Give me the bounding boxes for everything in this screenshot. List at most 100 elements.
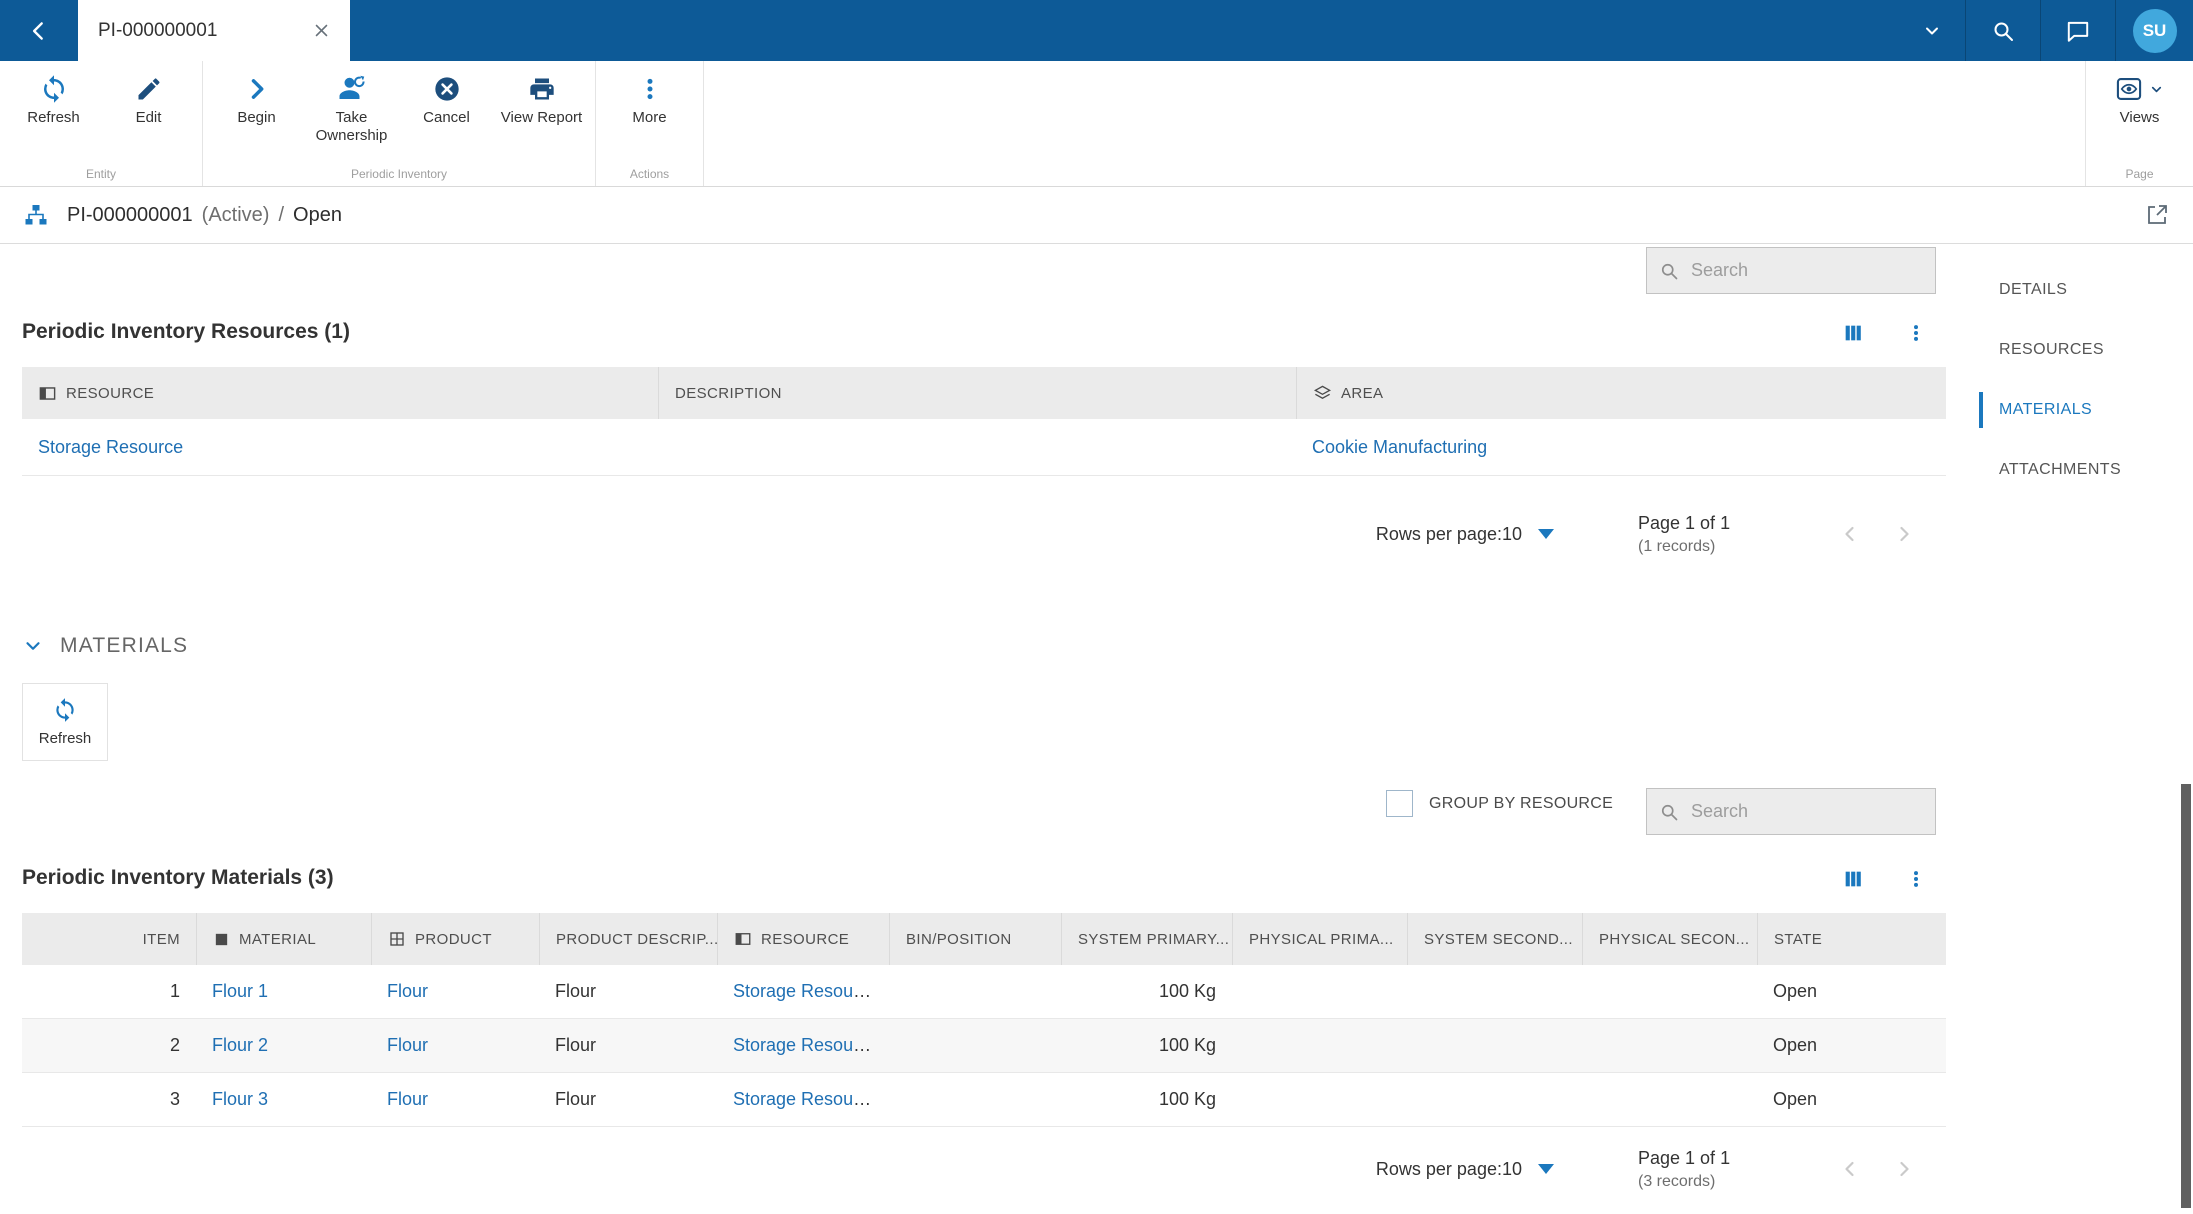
column-header-system-secondary[interactable]: SYSTEM SECOND... <box>1407 913 1582 965</box>
column-header-product[interactable]: PRODUCT <box>371 913 539 965</box>
view-report-button[interactable]: View Report <box>494 71 589 127</box>
area-link[interactable]: Cookie Manufacturing <box>1312 437 1487 457</box>
column-header-label: ITEM <box>142 930 180 948</box>
cell-product: Flour <box>371 1035 539 1056</box>
view-report-label: View Report <box>500 109 583 126</box>
entity-tab[interactable]: PI-000000001 <box>78 0 350 61</box>
material-link[interactable]: Flour 1 <box>212 981 268 1001</box>
back-button[interactable] <box>0 0 78 61</box>
column-header-label: PRODUCT DESCRIP... <box>556 930 717 948</box>
rows-per-page-dropdown-icon[interactable] <box>1538 1164 1554 1174</box>
cell-product-description: Flour <box>555 1035 597 1055</box>
table-menu-icon[interactable] <box>1906 869 1926 889</box>
materials-search-input[interactable] <box>1689 800 1923 823</box>
take-ownership-label: Take Ownership <box>315 109 388 144</box>
rows-per-page-value: 10 <box>1501 523 1522 544</box>
edit-button[interactable]: Edit <box>101 71 196 127</box>
column-header-area[interactable]: AREA <box>1296 367 1946 419</box>
column-header-physical-primary[interactable]: PHYSICAL PRIMA... <box>1232 913 1407 965</box>
column-header-resource[interactable]: RESOURCE <box>22 367 658 419</box>
views-eye-icon <box>2115 75 2143 103</box>
column-header-bin-position[interactable]: BIN/POSITION <box>889 913 1061 965</box>
materials-refresh-button[interactable]: Refresh <box>22 683 108 761</box>
column-header-system-primary[interactable]: SYSTEM PRIMARY... <box>1061 913 1232 965</box>
rows-per-page-value: 10 <box>1501 1158 1522 1179</box>
vertical-scrollbar[interactable] <box>2181 784 2191 1208</box>
cell-product: Flour <box>371 1089 539 1110</box>
cell-resource: Storage Resource <box>717 1089 889 1110</box>
product-link[interactable]: Flour <box>387 1089 428 1109</box>
materials-section-header: MATERIALS <box>22 634 188 658</box>
column-header-label: PHYSICAL SECON... <box>1599 930 1750 948</box>
resources-search-box <box>1646 247 1936 294</box>
collapse-chevron-icon[interactable] <box>22 635 44 657</box>
resource-link[interactable]: Storage Resource <box>733 1035 878 1055</box>
refresh-icon <box>39 71 69 107</box>
tab-close-icon[interactable] <box>313 22 330 39</box>
sidebar-item-materials[interactable]: MATERIALS <box>1979 380 2179 440</box>
page-indicator: Page 1 of 1 <box>1638 512 1731 533</box>
toolbar-group-entity: Refresh Edit Entity <box>0 61 203 186</box>
column-header-resource[interactable]: RESOURCE <box>717 913 889 965</box>
resource-link[interactable]: Storage Resource <box>733 981 878 1001</box>
sidebar-item-resources[interactable]: RESOURCES <box>1979 320 2179 380</box>
messages-button[interactable] <box>2040 0 2115 61</box>
materials-section-label: MATERIALS <box>60 634 189 657</box>
next-page-icon[interactable] <box>1892 522 1916 546</box>
resource-link[interactable]: Storage Resource <box>733 1089 878 1109</box>
cell-item: 3 <box>169 1089 180 1109</box>
cell-product-description: Flour <box>555 1089 597 1109</box>
material-icon <box>215 933 228 945</box>
column-header-description[interactable]: DESCRIPTION <box>658 367 1296 419</box>
cancel-label: Cancel <box>423 109 470 126</box>
views-button[interactable]: Views <box>2092 71 2187 127</box>
column-header-product-description[interactable]: PRODUCT DESCRIP... <box>539 913 717 965</box>
columns-icon[interactable] <box>1842 868 1864 890</box>
sidebar-item-attachments[interactable]: ATTACHMENTS <box>1979 440 2179 500</box>
material-link[interactable]: Flour 2 <box>212 1035 268 1055</box>
rows-per-page-dropdown-icon[interactable] <box>1538 529 1554 539</box>
begin-button[interactable]: Begin <box>209 71 304 127</box>
cell-system-primary: 100 Kg <box>1158 981 1216 1001</box>
product-link[interactable]: Flour <box>387 1035 428 1055</box>
previous-page-icon[interactable] <box>1838 522 1862 546</box>
column-header-label: SYSTEM SECOND... <box>1424 930 1573 948</box>
global-search-button[interactable] <box>1965 0 2040 61</box>
cell-resource: Storage Resource <box>717 1035 889 1056</box>
resources-table-header: RESOURCE DESCRIPTION AREA <box>22 367 1946 419</box>
next-page-icon[interactable] <box>1892 1157 1916 1181</box>
previous-page-icon[interactable] <box>1838 1157 1862 1181</box>
begin-icon <box>243 71 271 107</box>
columns-icon[interactable] <box>1842 322 1864 344</box>
breadcrumb: PI-000000001 (Active) / Open <box>0 187 2193 244</box>
table-row: 1 Flour 1 Flour Flour Storage Resource 1… <box>22 965 1946 1019</box>
take-ownership-button[interactable]: Take Ownership <box>304 71 399 145</box>
product-link[interactable]: Flour <box>387 981 428 1001</box>
toolbar-group-label-periodic-inventory: Periodic Inventory <box>350 167 448 181</box>
product-icon <box>390 932 404 946</box>
ribbon-toolbar: Refresh Edit Entity Begin Take Ownership… <box>0 61 2193 187</box>
column-header-physical-secondary[interactable]: PHYSICAL SECON... <box>1582 913 1757 965</box>
more-button[interactable]: More <box>602 71 697 127</box>
materials-search-box <box>1646 788 1936 835</box>
resource-link[interactable]: Storage Resource <box>38 437 183 457</box>
column-header-state[interactable]: STATE <box>1757 913 1946 965</box>
area-icon <box>1313 385 1332 399</box>
begin-label: Begin <box>237 109 276 126</box>
tab-list-dropdown[interactable] <box>1899 0 1965 61</box>
user-menu[interactable]: SU <box>2115 0 2193 61</box>
cancel-button[interactable]: Cancel <box>399 71 494 127</box>
more-label: More <box>632 109 667 126</box>
sidebar-item-details[interactable]: DETAILS <box>1979 260 2179 320</box>
avatar[interactable]: SU <box>2132 8 2177 53</box>
column-header-item[interactable]: ITEM <box>22 913 196 965</box>
cell-state: Open <box>1773 1035 1818 1055</box>
material-link[interactable]: Flour 3 <box>212 1089 268 1109</box>
column-header-material[interactable]: MATERIAL <box>196 913 371 965</box>
group-by-resource-checkbox[interactable] <box>1386 790 1413 817</box>
open-in-new-icon[interactable] <box>2145 203 2169 227</box>
resources-search-input[interactable] <box>1689 259 1923 282</box>
cell-material: Flour 2 <box>196 1035 371 1056</box>
refresh-button[interactable]: Refresh <box>6 71 101 127</box>
table-menu-icon[interactable] <box>1906 323 1926 343</box>
